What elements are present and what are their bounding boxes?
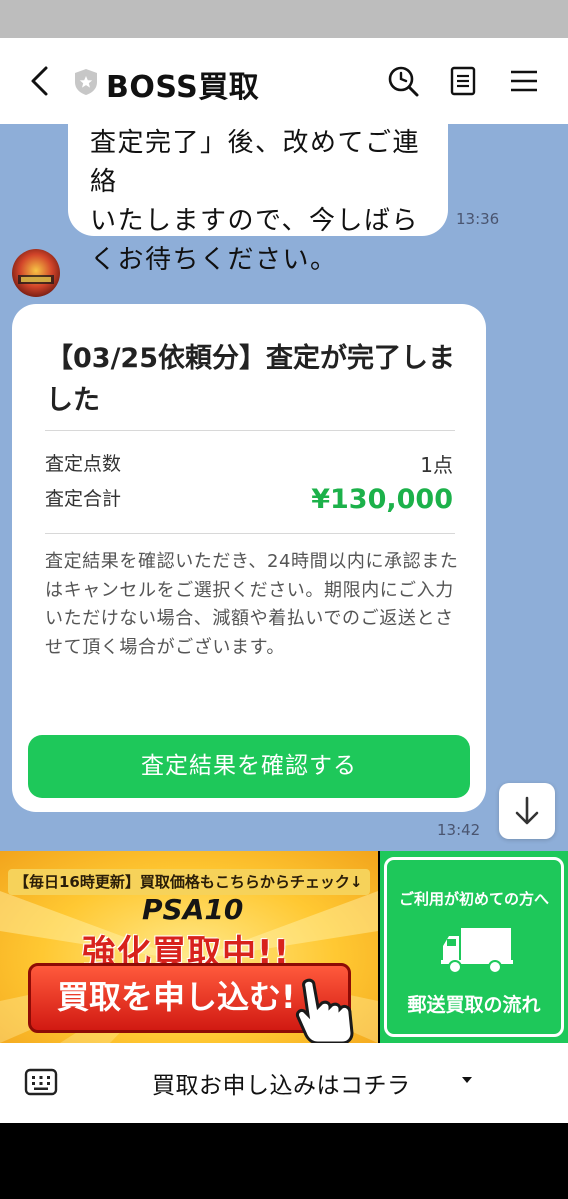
- bottom-menu-bar: 買取お申し込みはコチラ: [0, 1043, 568, 1123]
- message-line: 査定完了」後、改めてご連絡: [90, 128, 421, 197]
- total-value: ¥130,000: [311, 484, 453, 515]
- banner-strip-text: 【毎日16時更新】買取価格もこちらからチェック↓: [8, 869, 370, 895]
- chat-title: BOSS買取: [106, 70, 260, 105]
- keyboard-icon[interactable]: [24, 1067, 58, 1097]
- first-time-text: ご利用が初めての方へ: [398, 890, 549, 908]
- card-title: 【03/25依頼分】査定が完了しました: [46, 343, 456, 416]
- pointing-hand-icon: [296, 978, 354, 1043]
- search-clock-icon[interactable]: [386, 64, 420, 98]
- confirm-result-button[interactable]: 査定結果を確認する: [28, 735, 470, 798]
- notes-icon[interactable]: [446, 64, 480, 98]
- chat-header: BOSS買取: [0, 38, 568, 124]
- truck-icon: [441, 928, 513, 974]
- chat-area[interactable]: 査定完了」後、改めてご連絡 いたしますので、今しばら くお待ちください。 13:…: [0, 124, 568, 851]
- message-text: 査定完了」後、改めてご連絡 いたしますので、今しばら くお待ちください。: [90, 124, 430, 280]
- flow-banner-frame[interactable]: ご利用が初めての方へ 郵送買取の流れ: [384, 857, 564, 1037]
- mail-buyback-flow-banner[interactable]: ご利用が初めての方へ 郵送買取の流れ: [380, 851, 568, 1043]
- system-nav-bar: [0, 1123, 568, 1199]
- rich-menu-toggle-label[interactable]: 買取お申し込みはコチラ: [152, 1066, 411, 1100]
- rich-menu: 【毎日16時更新】買取価格もこちらからチェック↓ PSA10 強化買取中!! 買…: [0, 851, 568, 1043]
- status-bar: [0, 0, 568, 38]
- verified-shield-icon: [75, 69, 97, 95]
- banner-psa-text: PSA10: [142, 893, 244, 926]
- buyback-campaign-banner[interactable]: 【毎日16時更新】買取価格もこちらからチェック↓ PSA10 強化買取中!! 買…: [0, 851, 378, 1043]
- message-timestamp: 13:36: [456, 210, 500, 228]
- divider: [45, 430, 455, 431]
- count-value: 1点: [420, 453, 453, 477]
- back-arrow-icon[interactable]: [26, 64, 56, 98]
- count-label: 査定点数: [45, 453, 122, 475]
- scroll-to-bottom-button[interactable]: [499, 783, 555, 839]
- card-description: 査定結果を確認いただき、24時間以内に承認またはキャンセルをご選択ください。期限…: [45, 551, 459, 658]
- arrow-down-icon: [515, 796, 539, 825]
- message-bubble: 査定完了」後、改めてご連絡 いたしますので、今しばら くお待ちください。: [68, 124, 448, 275]
- message-line: くお待ちください。: [90, 245, 338, 275]
- divider: [45, 533, 455, 534]
- flow-text: 郵送買取の流れ: [407, 994, 541, 1016]
- message-timestamp: 13:42: [437, 821, 481, 839]
- hamburger-menu-icon[interactable]: [507, 64, 541, 98]
- avatar[interactable]: [12, 249, 60, 297]
- assessment-card: 【03/25依頼分】査定が完了しました 査定点数 1点 査定合計 ¥130,00…: [12, 304, 486, 812]
- caret-down-icon[interactable]: [462, 1077, 472, 1083]
- message-line: いたしますので、今しばら: [90, 206, 419, 236]
- total-label: 査定合計: [45, 488, 122, 510]
